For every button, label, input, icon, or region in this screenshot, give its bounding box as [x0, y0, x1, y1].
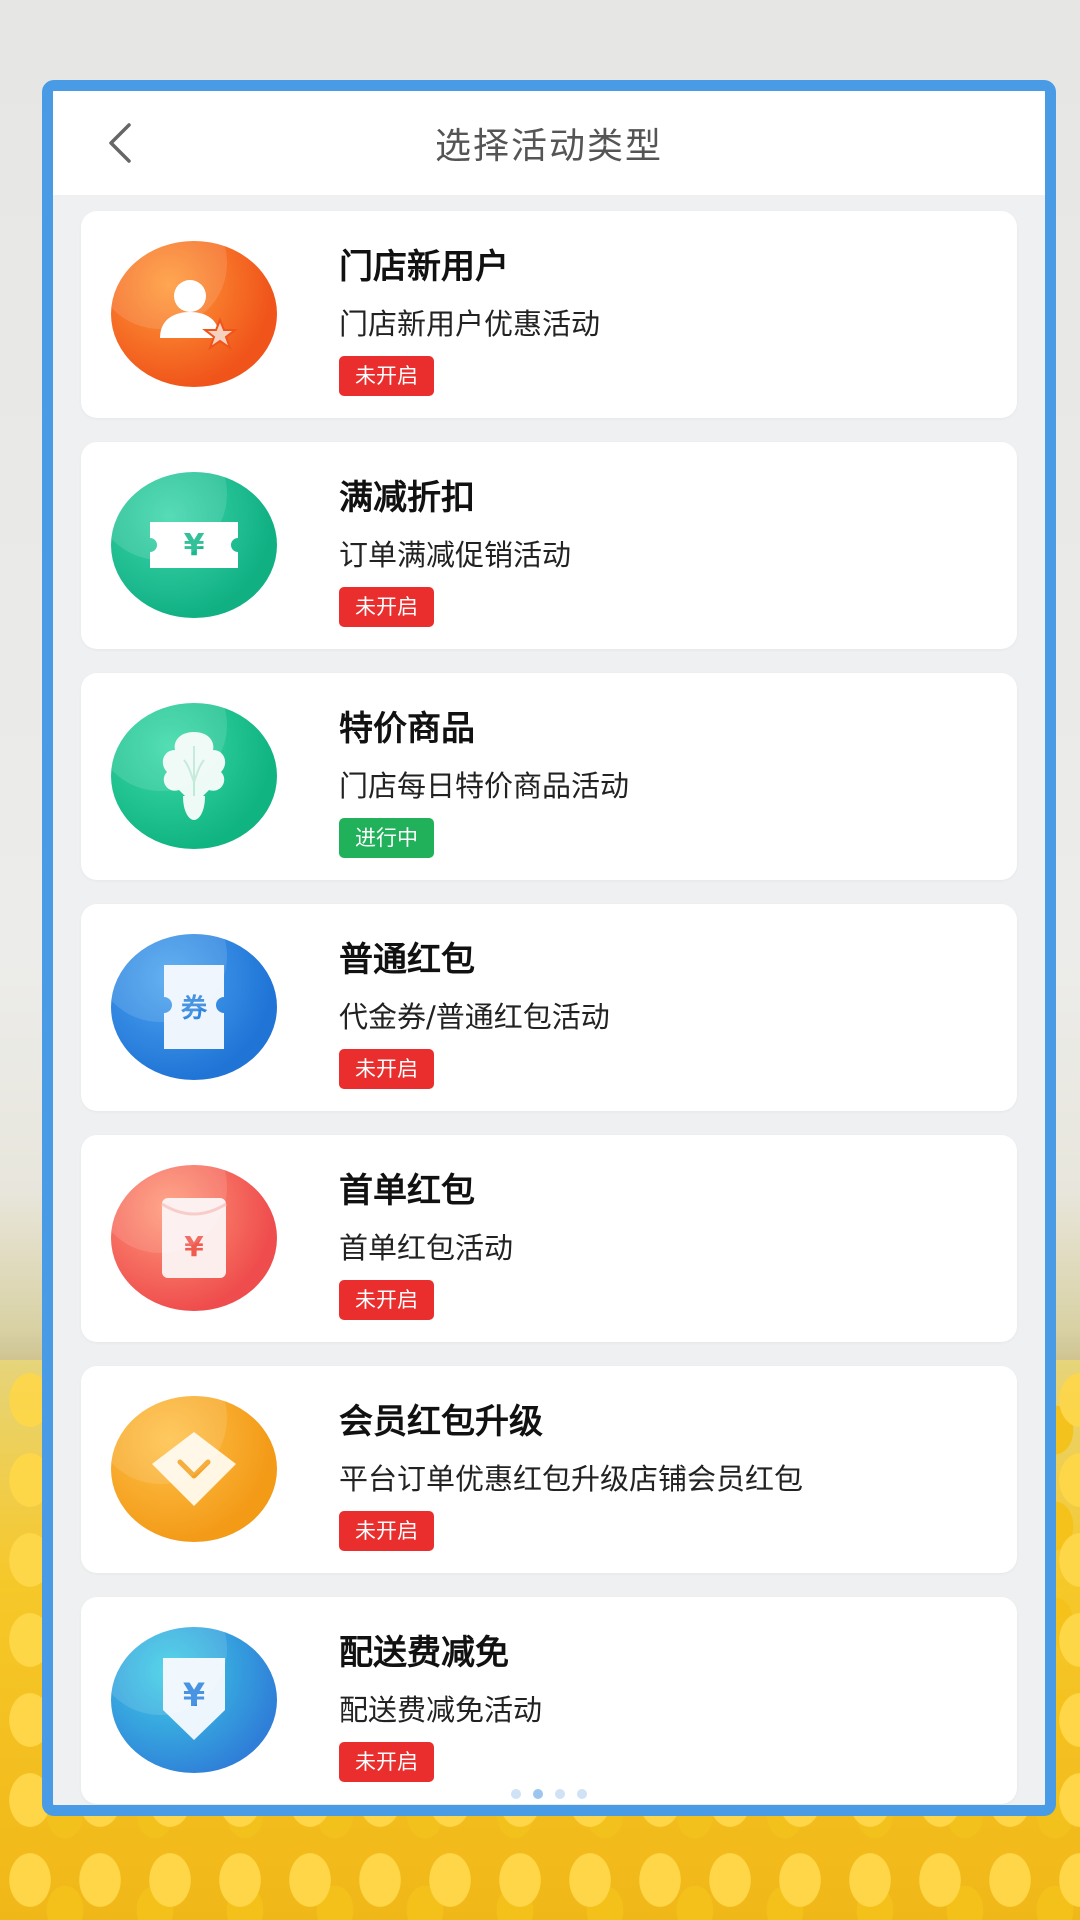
activity-list: 门店新用户 门店新用户优惠活动 未开启 ¥ 满减折扣 订单满减促销活动 未开启	[81, 211, 1017, 1805]
status-badge: 进行中	[339, 818, 434, 858]
status-badge: 未开启	[339, 356, 434, 396]
activity-description: 代金券/普通红包活动	[339, 1000, 610, 1034]
activity-title: 特价商品	[339, 709, 475, 749]
activity-card-first-order-red-packet[interactable]: ¥ 首单红包 首单红包活动 未开启	[81, 1135, 1017, 1342]
page-dot	[511, 1789, 521, 1799]
activity-card-regular-red-packet[interactable]: 券 普通红包 代金券/普通红包活动 未开启	[81, 904, 1017, 1111]
red-envelope-icon: ¥	[111, 1165, 277, 1311]
activity-card-store-new-user[interactable]: 门店新用户 门店新用户优惠活动 未开启	[81, 211, 1017, 418]
status-badge: 未开启	[339, 1049, 434, 1089]
voucher-icon: 券	[111, 934, 277, 1080]
user-star-icon	[111, 241, 277, 387]
activity-description: 门店新用户优惠活动	[339, 307, 601, 341]
activity-description: 订单满减促销活动	[339, 538, 572, 572]
svg-text:¥: ¥	[184, 1230, 204, 1263]
svg-text:¥: ¥	[183, 1676, 205, 1714]
phone-frame: 选择活动类型 门店新用户 门店新用户优惠活动 未开启 ¥ 满减折扣 订单满减促销…	[42, 80, 1056, 1816]
header-bar: 选择活动类型	[53, 91, 1045, 195]
svg-text:券: 券	[181, 994, 208, 1024]
activity-description: 门店每日特价商品活动	[339, 769, 630, 803]
activity-card-member-red-packet-upgrade[interactable]: 会员红包升级 平台订单优惠红包升级店铺会员红包 未开启	[81, 1366, 1017, 1573]
activity-description: 配送费减免活动	[339, 1693, 543, 1727]
activity-description: 平台订单优惠红包升级店铺会员红包	[339, 1462, 804, 1496]
activity-title: 门店新用户	[339, 247, 509, 287]
activity-title: 配送费减免	[339, 1633, 509, 1673]
diamond-icon	[111, 1396, 277, 1542]
page-indicator	[53, 1789, 1045, 1805]
activity-card-full-reduction[interactable]: ¥ 满减折扣 订单满减促销活动 未开启	[81, 442, 1017, 649]
activity-title: 首单红包	[339, 1171, 475, 1211]
page-dot	[555, 1789, 565, 1799]
back-button[interactable]	[99, 119, 147, 167]
status-badge: 未开启	[339, 1280, 434, 1320]
page-dot	[577, 1789, 587, 1799]
activity-card-delivery-fee-waiver[interactable]: ¥ 配送费减免 配送费减免活动 未开启	[81, 1597, 1017, 1804]
cabbage-icon	[111, 703, 277, 849]
activity-title: 会员红包升级	[339, 1402, 543, 1442]
page-title: 选择活动类型	[434, 126, 663, 167]
svg-text:¥: ¥	[184, 528, 205, 563]
yuan-down-icon: ¥	[111, 1627, 277, 1773]
status-badge: 未开启	[339, 1742, 434, 1782]
activity-title: 满减折扣	[339, 478, 475, 518]
activity-description: 首单红包活动	[339, 1231, 514, 1265]
status-badge: 未开启	[339, 587, 434, 627]
activity-title: 普通红包	[339, 940, 475, 980]
activity-card-special-price[interactable]: 特价商品 门店每日特价商品活动 进行中	[81, 673, 1017, 880]
page-dot-active	[533, 1789, 543, 1799]
chevron-left-icon	[109, 123, 131, 163]
status-badge: 未开启	[339, 1511, 434, 1551]
yuan-ticket-icon: ¥	[111, 472, 277, 618]
